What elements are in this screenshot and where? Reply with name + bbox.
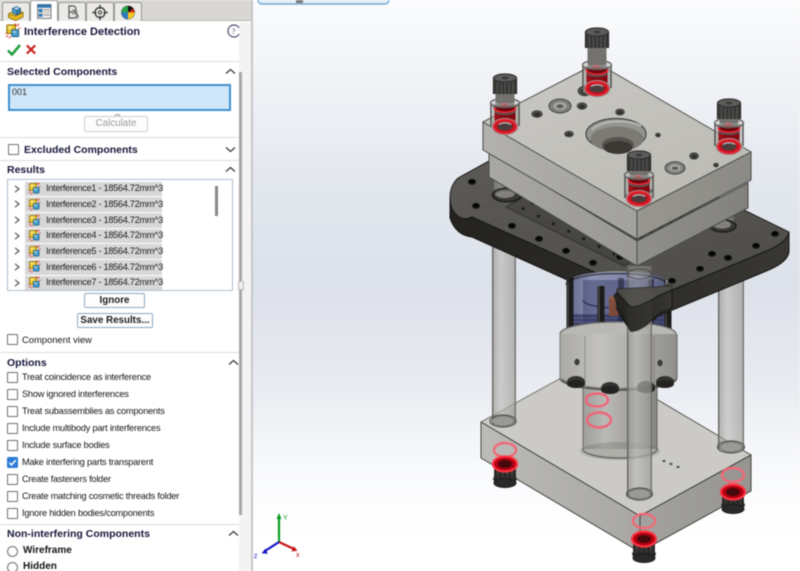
svg-text:x: x <box>296 552 300 559</box>
svg-text:z: z <box>254 553 258 560</box>
svg-text:?: ? <box>232 26 236 36</box>
svg-text:Y: Y <box>283 515 288 522</box>
